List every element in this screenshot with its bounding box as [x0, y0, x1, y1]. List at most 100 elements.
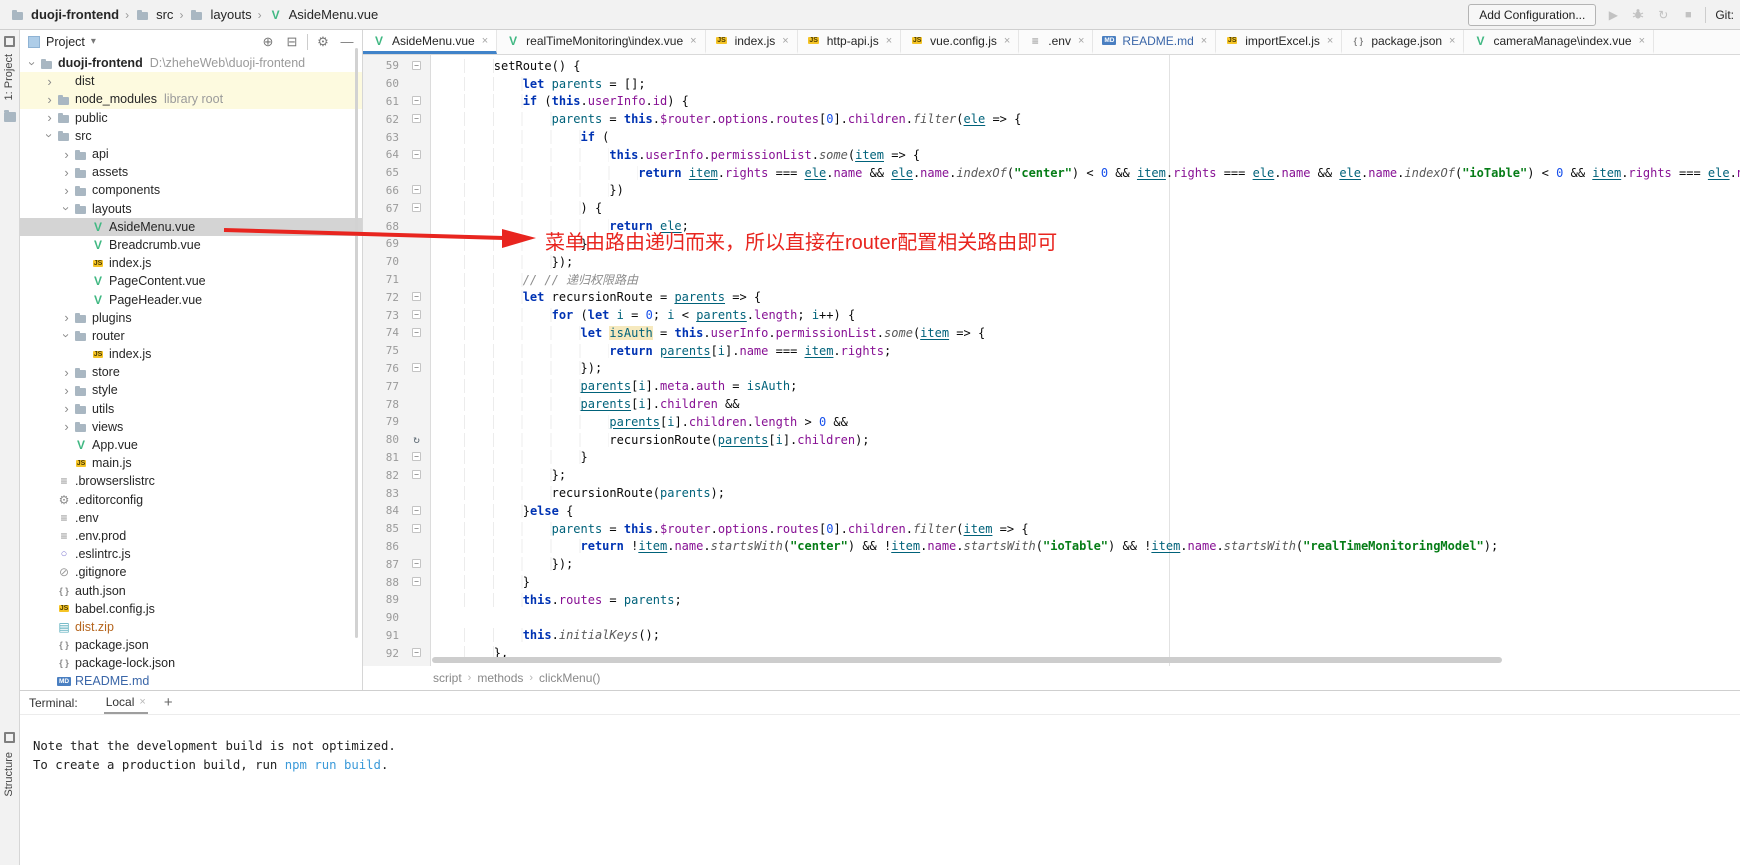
- tree-item-asidemenu-vue[interactable]: VAsideMenu.vue: [20, 218, 362, 236]
- fold-marker[interactable]: −: [403, 96, 430, 106]
- code-line-71[interactable]: 71 // // 递归权限路由: [363, 271, 1740, 289]
- code-line-66[interactable]: 66− }): [363, 182, 1740, 200]
- structure-toolwindow-icon[interactable]: [4, 732, 15, 743]
- git-label[interactable]: Git:: [1715, 8, 1734, 22]
- close-icon[interactable]: ×: [1639, 35, 1645, 47]
- close-icon[interactable]: ×: [482, 35, 488, 47]
- tree-item-babel-config-js[interactable]: babel.config.js: [20, 600, 362, 618]
- gear-icon[interactable]: ⚙: [314, 34, 332, 50]
- code-line-75[interactable]: 75 return parents[i].name === item.right…: [363, 342, 1740, 360]
- code-line-86[interactable]: 86 return !item.name.startsWith("center"…: [363, 538, 1740, 556]
- fold-minus-icon[interactable]: −: [412, 470, 421, 479]
- tab-cameramanage-index-vue[interactable]: VcameraManage\index.vue×: [1464, 30, 1654, 54]
- tree-item-readme-md[interactable]: README.md: [20, 672, 362, 690]
- close-icon[interactable]: ×: [1327, 35, 1333, 47]
- tab-package-json[interactable]: { }package.json×: [1342, 30, 1464, 54]
- code-line-64[interactable]: 64− this.userInfo.permissionList.some(it…: [363, 146, 1740, 164]
- fold-minus-icon[interactable]: −: [412, 648, 421, 657]
- chevron-icon[interactable]: ›: [59, 202, 74, 215]
- tool-window-icon[interactable]: [4, 36, 15, 47]
- chevron-icon[interactable]: ›: [60, 383, 73, 398]
- structure-toolwindow-button[interactable]: Structure: [3, 752, 15, 797]
- tree-item-pagecontent-vue[interactable]: VPageContent.vue: [20, 272, 362, 290]
- recursion-icon[interactable]: ↻: [403, 433, 430, 446]
- close-icon[interactable]: ×: [139, 696, 145, 708]
- fold-marker[interactable]: −: [403, 559, 430, 569]
- tree-item-dist-zip[interactable]: ▤dist.zip: [20, 618, 362, 636]
- fold-marker[interactable]: −: [403, 470, 430, 480]
- tree-item-node-modules[interactable]: ›node_moduleslibrary root: [20, 90, 362, 108]
- tree-item-breadcrumb-vue[interactable]: VBreadcrumb.vue: [20, 236, 362, 254]
- fold-minus-icon[interactable]: −: [412, 185, 421, 194]
- close-icon[interactable]: ×: [1078, 35, 1084, 47]
- tab-readme-md[interactable]: README.md×: [1093, 30, 1216, 54]
- tree-item-layouts[interactable]: ›layouts: [20, 200, 362, 218]
- tree-item-assets[interactable]: ›assets: [20, 163, 362, 181]
- fold-minus-icon[interactable]: −: [412, 452, 421, 461]
- tree-item-components[interactable]: ›components: [20, 181, 362, 199]
- fold-minus-icon[interactable]: −: [412, 292, 421, 301]
- code-line-72[interactable]: 72− let recursionRoute = parents => {: [363, 288, 1740, 306]
- fold-minus-icon[interactable]: −: [412, 150, 421, 159]
- tree-item-package-lock-json[interactable]: { }package-lock.json: [20, 654, 362, 672]
- fold-marker[interactable]: −: [403, 648, 430, 658]
- fold-marker[interactable]: −: [403, 524, 430, 534]
- code-line-80[interactable]: 80↻ recursionRoute(parents[i].children);: [363, 431, 1740, 449]
- tab-importexcel-js[interactable]: importExcel.js×: [1216, 30, 1342, 54]
- chevron-icon[interactable]: ›: [60, 401, 73, 416]
- tree-item-dist[interactable]: ›dist: [20, 72, 362, 90]
- code-line-65[interactable]: 65 return item.rights === ele.name && el…: [363, 164, 1740, 182]
- tree-item-index-js[interactable]: index.js: [20, 254, 362, 272]
- breadcrumb-item-layouts[interactable]: layouts: [189, 7, 251, 22]
- tree-item-package-json[interactable]: { }package.json: [20, 636, 362, 654]
- code-line-63[interactable]: 63 if (: [363, 128, 1740, 146]
- locate-file-icon[interactable]: ⊕: [259, 34, 277, 50]
- fold-minus-icon[interactable]: −: [412, 96, 421, 105]
- code-line-90[interactable]: 90: [363, 609, 1740, 627]
- tree-item-index-js[interactable]: index.js: [20, 345, 362, 363]
- code-line-60[interactable]: 60 let parents = [];: [363, 75, 1740, 93]
- tree-item-browserslistrc[interactable]: ≡.browserslistrc: [20, 472, 362, 490]
- code-line-70[interactable]: 70 });: [363, 253, 1740, 271]
- chevron-icon[interactable]: ›: [25, 57, 40, 70]
- fold-minus-icon[interactable]: −: [412, 524, 421, 533]
- chevron-icon[interactable]: ›: [59, 329, 74, 342]
- fold-marker[interactable]: −: [403, 310, 430, 320]
- tree-item-views[interactable]: ›views: [20, 418, 362, 436]
- editor-breadcrumb-clickmenu[interactable]: clickMenu(): [539, 671, 600, 685]
- debug-bug-icon[interactable]: [1630, 8, 1646, 23]
- code-line-87[interactable]: 87− });: [363, 555, 1740, 573]
- code-line-59[interactable]: 59− setRoute() {: [363, 57, 1740, 75]
- tab-asidemenu-vue[interactable]: VAsideMenu.vue×: [363, 30, 497, 54]
- code-line-61[interactable]: 61− if (this.userInfo.id) {: [363, 93, 1740, 111]
- fold-marker[interactable]: −: [403, 185, 430, 195]
- tab-http-api-js[interactable]: http-api.js×: [798, 30, 901, 54]
- code-line-85[interactable]: 85− parents = this.$router.options.route…: [363, 520, 1740, 538]
- project-toolwindow-button[interactable]: 1: Project: [3, 54, 15, 100]
- tree-item-duoji-frontend[interactable]: ›duoji-frontendD:\zheheWeb\duoji-fronten…: [20, 54, 362, 72]
- chevron-icon[interactable]: ›: [43, 110, 56, 125]
- fold-minus-icon[interactable]: −: [412, 559, 421, 568]
- close-icon[interactable]: ×: [1201, 35, 1207, 47]
- hide-panel-icon[interactable]: —: [338, 34, 356, 49]
- new-terminal-button[interactable]: +: [164, 694, 173, 711]
- tree-item-style[interactable]: ›style: [20, 381, 362, 399]
- collapse-all-icon[interactable]: ⊟: [283, 34, 301, 50]
- tree-item-env[interactable]: ≡.env: [20, 509, 362, 527]
- tree-item-utils[interactable]: ›utils: [20, 400, 362, 418]
- chevron-icon[interactable]: ›: [60, 165, 73, 180]
- fold-marker[interactable]: −: [403, 506, 430, 516]
- tree-item-main-js[interactable]: main.js: [20, 454, 362, 472]
- terminal-tab-local[interactable]: Local ×: [104, 691, 148, 714]
- breadcrumb-item-asidemenu-vue[interactable]: VAsideMenu.vue: [268, 7, 379, 22]
- chevron-icon[interactable]: ›: [43, 92, 56, 107]
- code-line-83[interactable]: 83 recursionRoute(parents);: [363, 484, 1740, 502]
- tree-item-app-vue[interactable]: VApp.vue: [20, 436, 362, 454]
- tree-item-public[interactable]: ›public: [20, 109, 362, 127]
- run-with-coverage-icon[interactable]: ↻: [1655, 8, 1671, 22]
- fold-marker[interactable]: −: [403, 203, 430, 213]
- tree-item-editorconfig[interactable]: ⚙.editorconfig: [20, 491, 362, 509]
- fold-minus-icon[interactable]: −: [412, 328, 421, 337]
- project-panel-title[interactable]: Project: [46, 35, 85, 49]
- close-icon[interactable]: ×: [1004, 35, 1010, 47]
